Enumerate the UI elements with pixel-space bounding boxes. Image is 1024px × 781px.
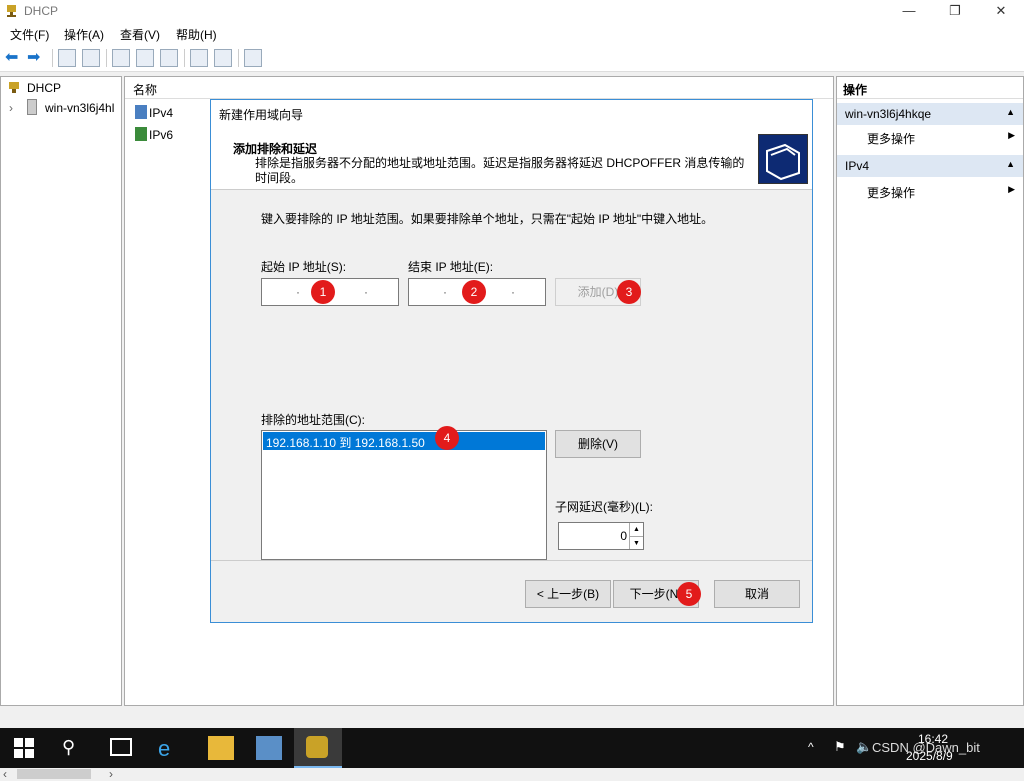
subnet-delay-spinner[interactable]: 0 ▲ ▼ [558,522,644,550]
badge-4: 4 [435,426,459,450]
menu-view[interactable]: 查看(V) [120,26,160,43]
task-view-icon[interactable] [110,738,132,756]
scroll-thumb[interactable] [17,769,91,779]
submenu-arrow-icon: ▶ [1008,184,1015,194]
computer-icon[interactable] [244,49,262,67]
footer-divider [211,560,812,561]
up-folder-icon[interactable] [58,49,76,67]
dhcp-app-icon [4,3,19,18]
collapse-triangle-icon[interactable]: ▲ [1006,107,1015,117]
ipv4-icon [135,105,147,119]
wizard-description: 排除是指服务器不分配的地址或地址范围。延迟是指服务器将延迟 DHCPOFFER … [255,156,745,185]
toolbar-separator [238,49,239,67]
action-pane-icon[interactable] [214,49,232,67]
toolbar-separator [184,49,185,67]
action-section-title: win-vn3l6j4hkqe [845,107,932,121]
dhcp-taskbar-button[interactable] [294,728,342,768]
volume-icon[interactable]: 🔈 [856,739,872,755]
action-section-ipv4[interactable]: IPv4 ▲ [837,155,1023,177]
close-button[interactable]: ✕ [978,0,1024,22]
actions-header: 操作 [837,77,1023,99]
forward-arrow-icon[interactable]: ➡ [27,50,40,66]
wizard-heading: 添加排除和延迟 [233,142,318,156]
toolbar-separator [106,49,107,67]
start-ip-label: 起始 IP 地址(S): [261,260,347,274]
minimize-button[interactable]: — [886,0,932,22]
action-more-label: 更多操作 [867,186,916,200]
title-bar: DHCP — ❐ ✕ [0,0,1024,22]
console-tree: DHCP › win-vn3l6j4hl ‹ › [0,76,122,781]
badge-5: 5 [677,582,701,606]
clock-time[interactable]: 16:42 [918,732,948,746]
action-more-ipv4[interactable]: 更多操作 ▶ [837,181,1023,204]
taskbar: ⚲ e ^ ⚑ 🔈 CSDN @Dawn_bit 16:42 2025/8/9 [0,728,1024,768]
file-explorer-icon[interactable] [208,736,234,760]
delay-value: 0 [620,529,627,543]
horizontal-scrollbar[interactable]: ‹ › [3,767,121,781]
search-icon[interactable]: ⚲ [62,737,75,758]
server-icon [27,99,37,115]
badge-2: 2 [462,280,486,304]
spin-down-icon[interactable]: ▼ [629,536,643,549]
refresh-icon[interactable] [136,49,154,67]
show-tree-icon[interactable] [82,49,100,67]
export-icon[interactable] [160,49,178,67]
list-item[interactable]: 192.168.1.10 到 192.168.1.50 [263,432,545,450]
dhcp-tree-icon [7,81,21,95]
expand-chevron-icon[interactable]: › [9,101,13,115]
tree-server-node[interactable]: win-vn3l6j4hl [45,101,121,115]
subnet-delay-label: 子网延迟(毫秒)(L): [555,500,653,514]
ipv6-icon [135,127,147,141]
badge-3: 3 [617,280,641,304]
properties-icon[interactable] [112,49,130,67]
toolbar: ⬅ ➡ [0,44,1024,72]
excluded-ranges-label: 排除的地址范围(C): [261,413,365,427]
action-section-title: IPv4 [845,159,870,173]
action-section-server[interactable]: win-vn3l6j4hkqe ▲ [837,103,1023,125]
wizard-title: 新建作用域向导 [211,100,812,126]
collapse-triangle-icon[interactable]: ▲ [1006,159,1015,169]
window-title: DHCP [24,4,59,18]
cancel-button[interactable]: 取消 [714,580,800,608]
wizard-folders-icon [758,134,808,184]
maximize-button[interactable]: ❐ [932,0,978,22]
clock-date[interactable]: 2025/8/9 [906,749,953,763]
submenu-arrow-icon: ▶ [1008,130,1015,140]
instruction-text: 键入要排除的 IP 地址范围。如果要排除单个地址，只需在"起始 IP 地址"中键… [261,212,714,226]
scroll-right-icon[interactable]: › [109,767,113,781]
scroll-left-icon[interactable]: ‹ [3,767,7,781]
tree-root-dhcp[interactable]: DHCP [27,81,61,95]
column-header-name[interactable]: 名称 [125,77,833,99]
tray-chevron-icon[interactable]: ^ [808,740,814,754]
excluded-ranges-list[interactable]: 192.168.1.10 到 192.168.1.50 [261,430,547,560]
end-ip-label: 结束 IP 地址(E): [408,260,494,274]
menu-file[interactable]: 文件(F) [10,26,49,43]
dhcp-taskbar-icon [306,736,328,758]
toolbar-separator [52,49,53,67]
menu-help[interactable]: 帮助(H) [176,26,217,43]
help-icon[interactable] [190,49,208,67]
wizard-header: 添加排除和延迟 排除是指服务器不分配的地址或地址范围。延迟是指服务器将延迟 DH… [211,126,812,190]
actions-pane: 操作 win-vn3l6j4hkqe ▲ 更多操作 ▶ IPv4 ▲ 更多操作 … [836,76,1024,706]
windows-start-icon[interactable] [14,738,34,758]
new-scope-wizard: 新建作用域向导 添加排除和延迟 排除是指服务器不分配的地址或地址范围。延迟是指服… [210,99,813,623]
list-item-ipv6[interactable]: IPv6 [149,128,173,142]
list-item-ipv4[interactable]: IPv4 [149,106,173,120]
delete-button[interactable]: 删除(V) [555,430,641,458]
menu-bar: 文件(F) 操作(A) 查看(V) 帮助(H) [0,22,1024,44]
spin-up-icon[interactable]: ▲ [629,523,643,536]
back-arrow-icon[interactable]: ⬅ [5,50,18,66]
tray-flag-icon[interactable]: ⚑ [834,739,846,755]
badge-1: 1 [311,280,335,304]
action-more-server[interactable]: 更多操作 ▶ [837,127,1023,150]
menu-action[interactable]: 操作(A) [64,26,104,43]
back-button[interactable]: < 上一步(B) [525,580,611,608]
wizard-body: 键入要排除的 IP 地址范围。如果要排除单个地址，只需在"起始 IP 地址"中键… [211,190,812,560]
server-manager-icon[interactable] [256,736,282,760]
ie-browser-icon[interactable]: e [158,736,184,761]
action-more-label: 更多操作 [867,132,916,146]
